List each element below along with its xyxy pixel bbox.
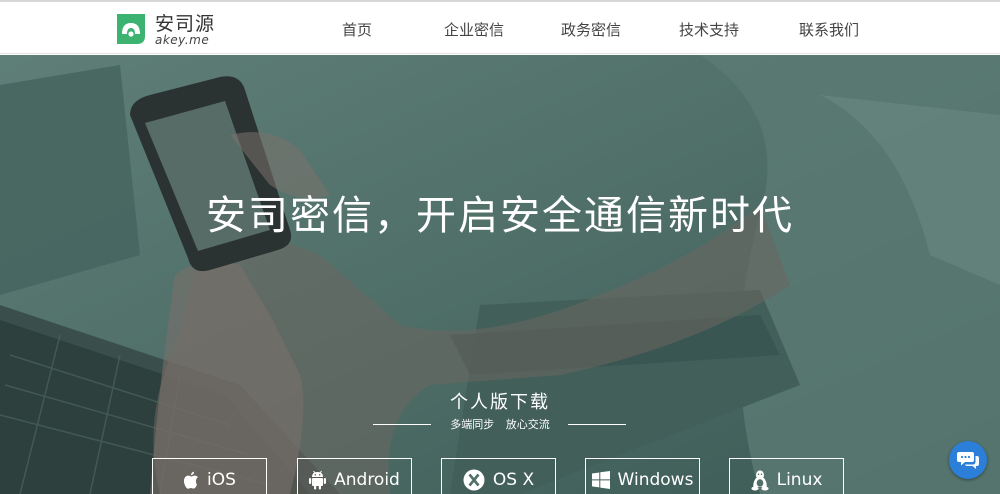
android-icon <box>309 470 327 490</box>
subtitle-secure: 放心交流 <box>505 418 550 431</box>
osx-icon <box>463 469 485 491</box>
nav-support[interactable]: 技术支持 <box>679 4 739 56</box>
hero-banner: 安司密信，开启安全通信新时代 个人版下载 多端同步 放心交流 iOS Andro… <box>0 55 1000 494</box>
download-ios-button[interactable]: iOS <box>152 458 267 494</box>
divider-right <box>568 424 626 425</box>
download-linux-button[interactable]: Linux <box>729 458 844 494</box>
download-osx-button[interactable]: OS X <box>441 458 556 494</box>
android-label: Android <box>334 470 400 490</box>
hero-title: 安司密信，开启安全通信新时代 <box>206 193 794 239</box>
linux-icon <box>750 469 769 490</box>
linux-label: Linux <box>776 470 823 490</box>
brand-name: 安司源 <box>155 13 216 35</box>
download-title: 个人版下载 <box>450 392 550 413</box>
apple-icon <box>183 471 199 489</box>
chat-button[interactable] <box>949 441 987 479</box>
osx-label: OS X <box>492 470 535 490</box>
download-subtitle: 多端同步 放心交流 <box>0 416 1000 432</box>
nav-government[interactable]: 政务密信 <box>561 4 621 56</box>
brand-logo[interactable]: 安司源 akey.me <box>113 8 216 50</box>
ios-label: iOS <box>207 470 236 490</box>
nav-enterprise[interactable]: 企业密信 <box>444 4 504 56</box>
windows-icon <box>591 471 610 489</box>
nav-contact[interactable]: 联系我们 <box>799 4 859 56</box>
logo-mark-icon <box>117 14 145 44</box>
windows-label: Windows <box>617 470 694 490</box>
site-header: 安司源 akey.me 首页 企业密信 政务密信 技术支持 联系我们 <box>0 2 1000 54</box>
nav-home[interactable]: 首页 <box>342 4 372 56</box>
brand-domain: akey.me <box>155 33 210 47</box>
download-windows-button[interactable]: Windows <box>585 458 700 494</box>
download-android-button[interactable]: Android <box>297 458 412 494</box>
chat-icon <box>957 452 979 469</box>
subtitle-sync: 多端同步 <box>450 418 495 431</box>
